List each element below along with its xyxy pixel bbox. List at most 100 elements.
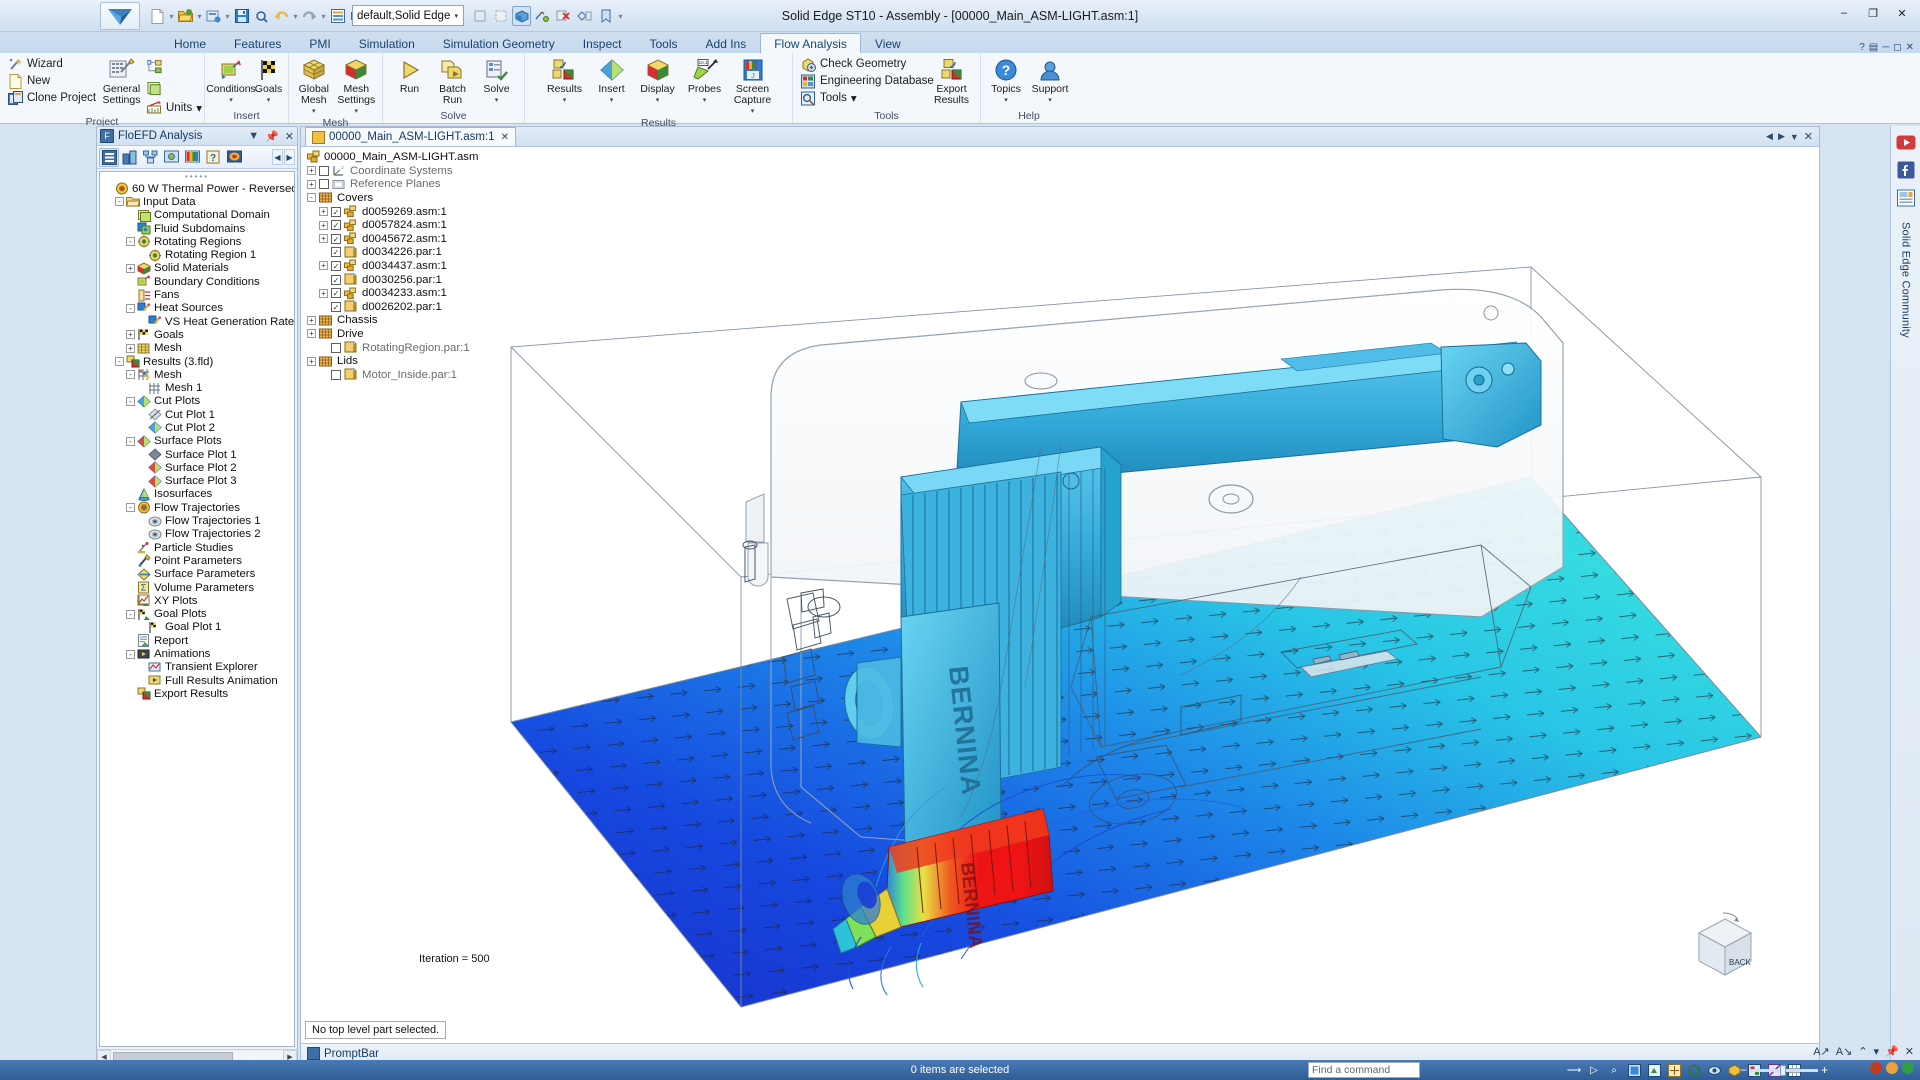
conditions-dropdown-icon[interactable]: ▾ [229, 95, 233, 106]
delete-face-icon[interactable] [554, 6, 573, 26]
floefd-tree-item-flow-trajectories-1[interactable]: Flow Trajectories 1 [100, 514, 294, 527]
assembly-visibility-checkbox[interactable] [319, 165, 329, 176]
floefd-tree-item-rotating-regions[interactable]: - Rotating Regions [100, 235, 294, 248]
tree-expander[interactable]: - [126, 370, 135, 380]
check-geometry-button[interactable]: Check Geometry [798, 56, 926, 72]
clone-project-button[interactable]: Clone Project [5, 90, 99, 106]
panel-pin-icon[interactable]: 📌 [1885, 1045, 1899, 1058]
tree-expander[interactable]: - [126, 609, 135, 619]
floefd-tree[interactable]: ••••• 60 W Thermal Power - Reversed Rota… [99, 171, 295, 1047]
floefd-tree-item-flow-trajectories[interactable]: - Flow Trajectories [100, 501, 294, 514]
ribbon-tab-simulation-geometry[interactable]: Simulation Geometry [429, 33, 569, 54]
help-tree-icon[interactable]: ? [204, 148, 224, 167]
view-settings-icon[interactable] [162, 148, 182, 167]
open-recent-icon[interactable] [204, 6, 223, 26]
support-dropdown-icon[interactable]: ▾ [1048, 95, 1052, 106]
tree-expander[interactable]: - [126, 503, 135, 513]
assembly-visibility-checkbox[interactable]: ✓ [331, 206, 341, 217]
floefd-tree-item-cut-plots[interactable]: - Cut Plots [100, 395, 294, 408]
floefd-tree-item-goal-plot-1[interactable]: Goal Plot 1 [100, 621, 294, 634]
assembly-tree-item-coordinate-systems[interactable]: + z Coordinate Systems [305, 164, 493, 178]
look-at-icon[interactable] [1706, 1062, 1722, 1078]
quick-access-toolbar[interactable]: ▾ ▾ ▾ ▾ ▾ [148, 4, 367, 28]
ribbon-tab-pmi[interactable]: PMI [295, 33, 344, 54]
shaded-view-icon[interactable] [512, 6, 531, 26]
assembly-tree-item-lids[interactable]: + Lids [305, 354, 493, 368]
floefd-tree-item-flow-trajectories-2[interactable]: Flow Trajectories 2 [100, 528, 294, 541]
assembly-tree-item-chassis[interactable]: + Chassis [305, 314, 493, 328]
assembly-tree-item-drive[interactable]: + Drive [305, 327, 493, 341]
floefd-tree-item-boundary-conditions[interactable]: Boundary Conditions [100, 275, 294, 288]
document-tab-controls[interactable]: ◀ ▶ ▼ ✕ [1766, 130, 1819, 143]
assembly-visibility-checkbox[interactable]: ✓ [331, 220, 341, 231]
probes-button[interactable]: 10.1 Probes ▾ [683, 55, 727, 106]
assembly-tree-item-d0045672-asm-1[interactable]: + ✓ d0045672.asm:1 [305, 232, 493, 246]
bookmark-icon[interactable] [596, 6, 615, 26]
assembly-visibility-checkbox[interactable]: ✓ [331, 274, 341, 285]
facebook-icon[interactable] [1896, 160, 1916, 180]
assembly-tree-item-d0030256-par-1[interactable]: ✓ d0030256.par:1 [305, 273, 493, 287]
tree-expander[interactable]: + [126, 330, 135, 340]
floefd-tree-item-surface-plot-2[interactable]: Surface Plot 2 [100, 461, 294, 475]
assembly-tree-item-covers[interactable]: - Covers [305, 191, 493, 205]
ribbon-minimize-icon[interactable]: ─ [1882, 42, 1889, 53]
new-dropdown-icon[interactable]: ▾ [168, 12, 175, 21]
component-control-button[interactable] [144, 78, 199, 99]
floefd-tree-item-60-w-thermal-power-reversed-rotat[interactable]: 60 W Thermal Power - Reversed Rotat [100, 182, 294, 195]
ribbon-tab-inspect[interactable]: Inspect [569, 33, 636, 54]
tab-scroll-left-icon[interactable]: ◀ [1766, 131, 1773, 142]
insert-results-dropdown-icon[interactable]: ▾ [610, 95, 614, 106]
panel-options-icon[interactable]: ▾ [1874, 1045, 1880, 1058]
floefd-tree-item-surface-plots[interactable]: - Surface Plots [100, 435, 294, 448]
assembly-tree-item-reference-planes[interactable]: + Reference Planes [305, 178, 493, 192]
assembly-tree-item-rotatingregion-par-1[interactable]: RotatingRegion.par:1 [305, 341, 493, 355]
floefd-tree-item-transient-explorer[interactable]: Transient Explorer [100, 661, 294, 674]
floefd-tree-item-full-results-animation[interactable]: Full Results Animation [100, 674, 294, 687]
assembly-tree[interactable]: 00000_Main_ASM-LIGHT.asm + z Coordinate Sy… [305, 149, 493, 382]
ribbon-tab-flow-analysis[interactable]: Flow Analysis [760, 33, 861, 54]
tree-expander[interactable]: - [126, 436, 135, 446]
export-results-button[interactable]: Export Results [928, 55, 975, 106]
ribbon-close-icon[interactable]: ✕ [1906, 42, 1914, 53]
open-document-icon[interactable] [176, 6, 195, 26]
wizard-button[interactable]: Wizard [5, 56, 99, 72]
engineering-database-button[interactable]: Engineering Database [798, 73, 934, 89]
assembly-visibility-checkbox[interactable] [331, 369, 341, 380]
status-indicators[interactable] [1870, 1062, 1914, 1074]
floefd-tree-item-surface-plot-3[interactable]: Surface Plot 3 [100, 474, 294, 488]
floefd-tree-item-xy-plots[interactable]: XY Plots [100, 594, 294, 607]
increase-text-icon[interactable]: A↗ [1813, 1045, 1830, 1058]
floefd-tree-item-input-data[interactable]: - Input Data [100, 195, 294, 208]
results-dropdown-icon[interactable]: ▾ [563, 95, 567, 106]
assembly-tree-expander[interactable]: + [307, 356, 316, 366]
open-dropdown-icon[interactable]: ▾ [196, 12, 203, 21]
assembly-visibility-checkbox[interactable]: ✓ [331, 288, 341, 299]
mesh-settings-dropdown-icon[interactable]: ▾ [355, 106, 359, 117]
assembly-visibility-checkbox[interactable]: ✓ [331, 233, 341, 244]
close-button[interactable]: ✕ [1888, 2, 1916, 24]
global-mesh-dropdown-icon[interactable]: ▾ [312, 106, 316, 117]
hidden-edges-icon[interactable] [491, 6, 510, 26]
toolbar-overflow-nav[interactable]: ◀ ▶ [272, 149, 295, 165]
floefd-tree-item-point-parameters[interactable]: Point Parameters [100, 554, 294, 568]
go-icon[interactable]: ⟶ [1566, 1062, 1582, 1078]
units-button[interactable]: Units ▾ [144, 100, 202, 116]
assembly-visibility-checkbox[interactable]: ✓ [331, 260, 341, 271]
text-size-controls[interactable]: A↗ A↘ ⌃ ▾ 📌 ✕ [1813, 1045, 1914, 1058]
undo-icon[interactable] [272, 6, 291, 26]
zoom-thumb[interactable] [1779, 1064, 1786, 1076]
insert-results-button[interactable]: Insert ▾ [591, 55, 633, 106]
screen-capture-dropdown-icon[interactable]: ▾ [751, 106, 755, 117]
tree-expander[interactable]: - [126, 237, 135, 247]
panel-close-icon[interactable]: ✕ [285, 130, 294, 143]
zoom-slider[interactable]: − + [1740, 1063, 1828, 1077]
assembly-tree-expander[interactable]: + [307, 315, 316, 325]
assembly-tree-item-d0034437-asm-1[interactable]: + ✓ d0034437.asm:1 [305, 259, 493, 273]
document-tab-bar[interactable]: 00000_Main_ASM-LIGHT.asm:1 ✕ ◀ ▶ ▼ ✕ [301, 127, 1819, 147]
floefd-tree-item-computational-domain[interactable]: Computational Domain [100, 209, 294, 222]
assembly-tree-expander[interactable]: + [319, 220, 328, 230]
save-icon[interactable] [232, 6, 251, 26]
tree-expander[interactable]: - [126, 396, 135, 406]
floefd-panel-toolbar[interactable]: ? ◀ ▶ [97, 146, 297, 169]
units-dropdown-icon[interactable]: ▾ [196, 101, 202, 115]
